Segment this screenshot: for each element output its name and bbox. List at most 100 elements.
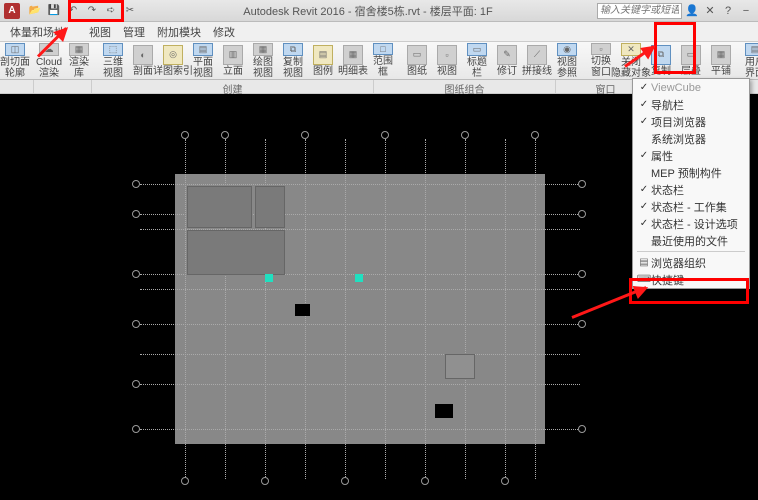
ribbon-button-8[interactable]: ▦绘图视图 xyxy=(248,42,278,79)
ribbon-button-12[interactable]: □范围框 xyxy=(368,42,398,79)
qat-save-icon[interactable]: 💾 xyxy=(45,2,63,20)
qat-redo-icon[interactable]: ↷ xyxy=(83,2,101,20)
ribbon-label: 范围框 xyxy=(373,56,393,78)
ribbon-button-10[interactable]: ▤图例 xyxy=(308,42,338,79)
ribbon-button-17[interactable]: ⟋拼接线 xyxy=(522,42,552,79)
ribbon-icon: ⟋ xyxy=(527,45,547,65)
dropdown-item-8[interactable]: ✓状态栏 - 设计选项 xyxy=(633,215,749,232)
ribbon-label: 复制视图 xyxy=(283,57,303,79)
dropdown-item-4[interactable]: ✓属性 xyxy=(633,147,749,164)
ribbon-button-18[interactable]: ◉视图参照 xyxy=(552,42,582,79)
checkbox-icon: ✓ xyxy=(637,184,651,195)
ribbon-button-24[interactable]: ▤用户界面 xyxy=(740,42,758,79)
dropdown-item-label: 导航栏 xyxy=(651,97,684,113)
qat-print-icon[interactable]: ➪ xyxy=(102,2,120,20)
checkbox-icon: ✓ xyxy=(637,82,651,93)
dropdown-item-9[interactable]: 最近使用的文件 xyxy=(633,232,749,249)
ribbon-icon: ⧉ xyxy=(283,43,303,56)
ribbon-icon: ⬚ xyxy=(103,43,123,56)
dropdown-item-label: 快捷键 xyxy=(651,272,684,288)
ribbon-button-9[interactable]: ⧉复制视图 xyxy=(278,42,308,79)
ribbon-button-13[interactable]: ▭图纸 xyxy=(402,42,432,79)
dropdown-item-label: 最近使用的文件 xyxy=(651,233,728,249)
ribbon-label: 立面 xyxy=(223,66,243,77)
dropdown-item-7[interactable]: ✓状态栏 - 工作集 xyxy=(633,198,749,215)
qat-open-icon[interactable]: 📂 xyxy=(26,2,44,20)
dropdown-item-label: 项目浏览器 xyxy=(651,114,706,130)
ribbon-label: 渲染库 xyxy=(69,57,89,79)
ribbon-label: 视图 xyxy=(437,66,457,77)
ribbon-button-5[interactable]: ◎详图索引 xyxy=(158,42,188,79)
ribbon-label: 图纸 xyxy=(407,66,427,77)
ribbon-label: 剖面 xyxy=(133,66,153,77)
dropdown-item-label: ViewCube xyxy=(651,82,701,94)
dropdown-item-5[interactable]: MEP 预制构件 xyxy=(633,164,749,181)
menu-addins[interactable]: 附加模块 xyxy=(151,22,207,42)
dropdown-item-label: 属性 xyxy=(651,148,673,164)
ribbon-label: 用户界面 xyxy=(745,57,758,79)
ribbon-button-16[interactable]: ✎修订 xyxy=(492,42,522,79)
ribbon-icon: ▤ xyxy=(745,43,758,56)
ribbon-label: 明细表 xyxy=(338,66,368,77)
checkbox-icon: ✓ xyxy=(637,116,651,127)
ribbon-label: 层叠 xyxy=(681,66,701,77)
ribbon-label: 三维视图 xyxy=(103,57,123,79)
window-title: Autodesk Revit 2016 - 宿舍楼5栋.rvt - 楼层平面: … xyxy=(139,3,597,19)
dropdown-item-6[interactable]: ✓状态栏 xyxy=(633,181,749,198)
ribbon-button-15[interactable]: ▭标题栏 xyxy=(462,42,492,79)
ribbon-button-2[interactable]: ▦渲染库 xyxy=(64,42,94,79)
ribbon-icon: ▦ xyxy=(69,43,89,56)
dropdown-item-11[interactable]: ▤浏览器组织 xyxy=(633,254,749,271)
dropdown-item-3[interactable]: 系统浏览器 xyxy=(633,130,749,147)
ribbon-label: 平铺 xyxy=(711,66,731,77)
ribbon-button-22[interactable]: ▭层叠 xyxy=(676,42,706,79)
dropdown-item-label: 状态栏 xyxy=(651,182,684,198)
app-icon[interactable]: A xyxy=(4,3,20,19)
menu-modify[interactable]: 修改 xyxy=(207,22,241,42)
qat-measure-icon[interactable]: ✂ xyxy=(121,2,139,20)
ribbon-group-label xyxy=(34,80,92,93)
ribbon-label: 切换窗口 xyxy=(591,56,611,78)
ribbon-button-11[interactable]: ▦明细表 xyxy=(338,42,368,79)
ribbon-icon: ▤ xyxy=(193,43,213,56)
qat-undo-icon[interactable]: ↶ xyxy=(64,2,82,20)
ribbon-icon: ◐ xyxy=(133,45,153,65)
ribbon-button-14[interactable]: ▫视图 xyxy=(432,42,462,79)
search-input[interactable] xyxy=(597,3,682,19)
ribbon-button-6[interactable]: ▤平面视图 xyxy=(188,42,218,79)
ribbon-group-label: 创建 xyxy=(92,80,374,93)
dropdown-item-label: 系统浏览器 xyxy=(651,131,706,147)
ribbon-icon: ▦ xyxy=(253,43,273,56)
exchange-icon[interactable]: ✕ xyxy=(702,3,718,19)
ribbon-button-7[interactable]: ▥立面 xyxy=(218,42,248,79)
title-bar: A 📂 💾 ↶ ↷ ➪ ✂ Autodesk Revit 2016 - 宿舍楼5… xyxy=(0,0,758,22)
ribbon-icon: ▭ xyxy=(681,45,701,65)
menu-view[interactable]: 视图 xyxy=(83,22,117,42)
dropdown-item-label: MEP 预制构件 xyxy=(651,165,722,181)
ribbon-label: 标题栏 xyxy=(467,57,487,79)
minimize-icon[interactable]: − xyxy=(738,3,754,19)
ribbon-icon: □ xyxy=(373,43,393,55)
checkbox-icon: ✓ xyxy=(637,218,651,229)
dropdown-item-0[interactable]: ✓ViewCube xyxy=(633,79,749,96)
signin-icon[interactable]: 👤 xyxy=(684,3,700,19)
ribbon-button-0[interactable]: ◫剖切面轮廓 xyxy=(0,42,30,79)
menu-bar: 体量和场地 视图 管理 附加模块 修改 xyxy=(0,22,758,42)
menu-manage[interactable]: 管理 xyxy=(117,22,151,42)
ribbon-icon: ▫ xyxy=(591,43,611,55)
ribbon-button-23[interactable]: ▦平铺 xyxy=(706,42,736,79)
floor-plan xyxy=(175,174,545,444)
ribbon-button-3[interactable]: ⬚三维视图 xyxy=(98,42,128,79)
ribbon-icon: ▦ xyxy=(711,45,731,65)
dropdown-item-2[interactable]: ✓项目浏览器 xyxy=(633,113,749,130)
ribbon-icon: ✎ xyxy=(497,45,517,65)
ribbon-group-label xyxy=(0,80,34,93)
help-icon[interactable]: ? xyxy=(720,3,736,19)
dropdown-item-1[interactable]: ✓导航栏 xyxy=(633,96,749,113)
ribbon-icon: ▦ xyxy=(343,45,363,65)
dropdown-item-label: 状态栏 - 工作集 xyxy=(651,199,727,215)
dropdown-item-12[interactable]: ⌨快捷键 xyxy=(633,271,749,288)
dropdown-item-icon: ▤ xyxy=(637,257,651,268)
ribbon-label: 视图参照 xyxy=(557,57,577,79)
ribbon-label: Cloud渲染 xyxy=(36,57,62,79)
